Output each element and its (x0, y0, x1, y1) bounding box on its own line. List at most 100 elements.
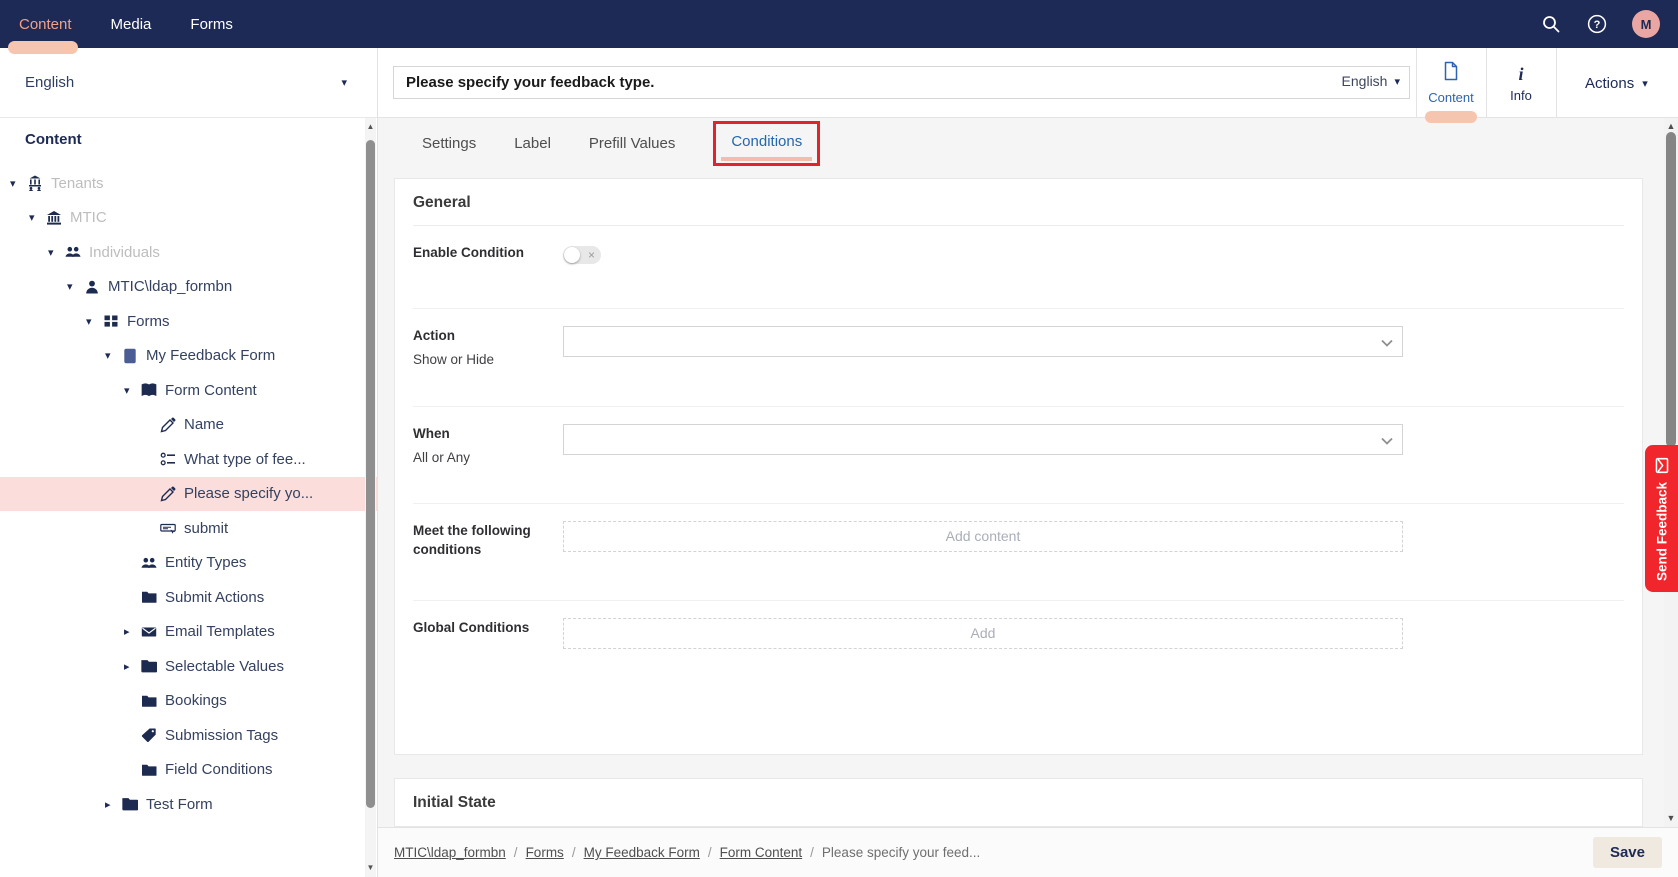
tree-item-mtic-ldap-formbn[interactable]: ▾ MTIC\ldap_formbn (0, 270, 377, 305)
tree-item-label: Field Conditions (165, 761, 273, 778)
general-section: General Enable Condition × Action Show o… (394, 178, 1643, 755)
tree-item-entity-types[interactable]: Entity Types (0, 546, 377, 581)
caret-down-icon[interactable]: ▾ (29, 211, 46, 224)
tab-info-label: Info (1510, 88, 1532, 103)
when-select[interactable] (563, 424, 1403, 455)
caret-down-icon[interactable]: ▾ (10, 177, 27, 190)
tree-item-test-form[interactable]: ▸Test Form (0, 787, 377, 822)
add-content-button[interactable]: Add content (563, 521, 1403, 552)
divider (1556, 48, 1557, 118)
pencil-icon (160, 486, 176, 502)
caret-down-icon[interactable]: ▾ (48, 246, 65, 259)
tree-item-individuals[interactable]: ▾Individuals (0, 235, 377, 270)
tree-item-label: Tenants (51, 175, 104, 192)
caret-right-icon[interactable]: ▸ (124, 625, 141, 638)
tree-item-my-feedback-form[interactable]: ▾ My Feedback Form (0, 339, 377, 374)
tree-item-label: Submission Tags (165, 727, 278, 744)
tree-item-submit-actions[interactable]: Submit Actions (0, 580, 377, 615)
send-feedback-button[interactable]: Send Feedback (1645, 445, 1678, 592)
breadcrumb-item[interactable]: Form Content (720, 845, 803, 860)
caret-right-icon[interactable]: ▸ (124, 660, 141, 673)
tree-item-tenants[interactable]: ▾ Tenants (0, 166, 377, 201)
save-button[interactable]: Save (1593, 837, 1662, 868)
breadcrumb-item[interactable]: MTIC\ldap_formbn (394, 845, 506, 860)
tab-settings[interactable]: Settings (422, 135, 476, 152)
tree-item-label: Email Templates (165, 623, 275, 640)
user-avatar[interactable]: M (1632, 10, 1660, 38)
field-tabs: Settings Label Prefill Values Conditions (378, 118, 1664, 168)
tree-item-email-templates[interactable]: ▸ Email Templates (0, 615, 377, 650)
field-label: Meet the following conditions (413, 521, 543, 600)
nav-item-media[interactable]: Media (111, 16, 152, 33)
caret-down-icon[interactable]: ▾ (105, 349, 122, 362)
footer-bar: MTIC\ldap_formbn / Forms / My Feedback F… (378, 827, 1678, 877)
submit-icon (160, 520, 176, 536)
tab-prefill-values[interactable]: Prefill Values (589, 135, 675, 152)
folder-icon (141, 762, 157, 778)
action-select[interactable] (563, 326, 1403, 357)
field-description: Show or Hide (413, 352, 563, 367)
scroll-down-icon[interactable]: ▼ (365, 863, 376, 873)
tree-item-what-type-of-fee[interactable]: What type of fee... (0, 442, 377, 477)
tab-label[interactable]: Label (514, 135, 551, 152)
breadcrumb-item[interactable]: Forms (526, 845, 564, 860)
tree-item-mtic[interactable]: ▾MTIC (0, 201, 377, 236)
nav-item-forms[interactable]: Forms (190, 16, 233, 33)
breadcrumb-separator: / (708, 845, 712, 860)
help-icon[interactable]: ? (1586, 13, 1608, 35)
tree-item-selectable-values[interactable]: ▸ Selectable Values (0, 649, 377, 684)
scroll-up-icon[interactable]: ▲ (365, 122, 376, 132)
breadcrumb-item[interactable]: My Feedback Form (584, 845, 700, 860)
enable-condition-toggle[interactable]: × (563, 246, 601, 264)
title-language-dropdown[interactable]: English ▾ (1342, 73, 1400, 89)
tree-item-label: Please specify yo... (184, 485, 313, 502)
tab-info[interactable]: i Info (1486, 48, 1556, 118)
institution-icon (46, 210, 62, 226)
caret-down-icon[interactable]: ▾ (124, 384, 141, 397)
tree-item-please-specify-yo[interactable]: Please specify yo... (0, 477, 377, 512)
caret-down-icon[interactable]: ▾ (67, 280, 84, 293)
breadcrumb-current: Please specify your feed... (822, 845, 980, 860)
scroll-up-icon[interactable]: ▲ (1664, 121, 1678, 131)
nav-item-content[interactable]: Content (19, 16, 72, 33)
tree-item-label: Selectable Values (165, 658, 284, 675)
folder-outline-icon (122, 796, 138, 812)
folder-outline-icon (141, 658, 157, 674)
tenants-icon (27, 175, 43, 191)
tree-item-field-conditions[interactable]: Field Conditions (0, 753, 377, 788)
tree-item-label: MTIC\ldap_formbn (108, 278, 232, 295)
tree-item-submission-tags[interactable]: Submission Tags (0, 718, 377, 753)
main-scrollbar-thumb[interactable] (1666, 132, 1676, 447)
section-heading: General (413, 179, 1624, 226)
envelope-icon (1653, 456, 1670, 473)
tab-content-app[interactable]: Content (1416, 48, 1486, 118)
tree-item-name[interactable]: Name (0, 408, 377, 443)
sidebar-scrollbar-thumb[interactable] (366, 140, 375, 808)
caret-down-icon[interactable]: ▾ (86, 315, 103, 328)
title-input[interactable] (393, 66, 1410, 99)
radio-list-icon (160, 451, 176, 467)
field-label: Action (413, 326, 543, 345)
actions-dropdown[interactable]: Actions ▾ (1585, 48, 1648, 118)
section-heading: Initial State (413, 779, 1624, 825)
tree-item-form-content[interactable]: ▾Form Content (0, 373, 377, 408)
tree-item-submit[interactable]: submit (0, 511, 377, 546)
chevron-down-icon: ▾ (341, 76, 347, 89)
caret-right-icon[interactable]: ▸ (105, 798, 122, 811)
grid-icon (103, 313, 119, 329)
tree-item-bookings[interactable]: Bookings (0, 684, 377, 719)
scroll-down-icon[interactable]: ▼ (1664, 813, 1678, 823)
search-icon[interactable] (1540, 13, 1562, 35)
sidebar-scrollbar[interactable]: ▲ ▼ (365, 118, 376, 877)
breadcrumb-separator: / (572, 845, 576, 860)
toggle-off-icon: × (588, 246, 595, 264)
folder-icon (141, 693, 157, 709)
tree-item-label: My Feedback Form (146, 347, 275, 364)
breadcrumb-separator: / (810, 845, 814, 860)
main-panel: English ▾ Content i Info Actions ▾ Setti… (378, 48, 1678, 877)
email-icon (141, 624, 157, 640)
tree-item-forms[interactable]: ▾Forms (0, 304, 377, 339)
language-selector[interactable]: English ▾ (0, 48, 377, 118)
tab-conditions[interactable]: Conditions (731, 133, 802, 150)
add-button[interactable]: Add (563, 618, 1403, 649)
